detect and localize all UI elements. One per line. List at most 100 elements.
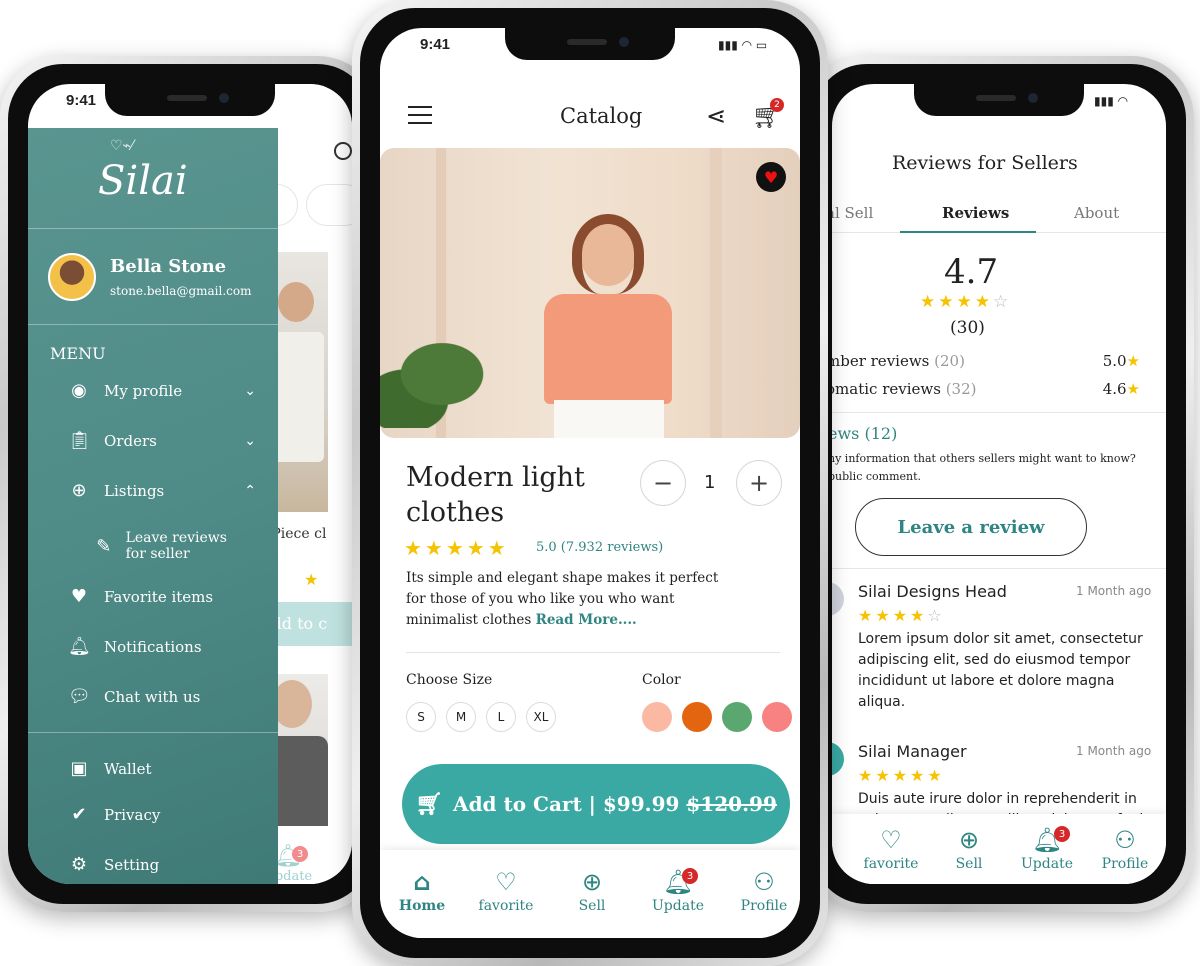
breakdown-count: (20) — [934, 352, 965, 370]
tab-home[interactable]: ⌂ Home — [382, 868, 462, 914]
overall-rating: 4.7 — [944, 252, 999, 292]
hamburger-menu-icon[interactable] — [408, 106, 432, 124]
product-image[interactable]: ♥ — [380, 148, 800, 438]
bottom-tab-bar: ♡ favorite ⊕ Sell 🔔︎ Update 3 ⚇ Profile — [832, 814, 1166, 884]
product-rating-text[interactable]: 5.0 (7.932 reviews) — [536, 540, 663, 555]
tab-label: Update — [652, 898, 704, 914]
bell-icon: 🔔︎ — [1031, 826, 1063, 854]
notch — [505, 28, 675, 60]
phone-right: ▮▮▮ ◠ Reviews for Sellers al Sell Review… — [804, 56, 1194, 912]
tab-sell[interactable]: ⊕ Sell — [934, 826, 1004, 872]
size-option-l[interactable]: L — [486, 702, 516, 732]
leave-review-button[interactable]: Leave a review — [855, 498, 1087, 556]
menu-item-listings[interactable]: ⊕ Listings ⌃ — [68, 480, 268, 501]
gear-icon: ⚙ — [70, 854, 88, 875]
menu-item-chat[interactable]: 💬︎ Chat with us — [68, 686, 268, 707]
increase-quantity-button[interactable]: + — [736, 460, 782, 506]
review-text: Lorem ipsum dolor sit amet, consectetur … — [858, 631, 1143, 710]
read-more-link[interactable]: Read More.... — [536, 612, 637, 628]
menu-item-wallet[interactable]: ▣ Wallet — [68, 758, 268, 779]
bottom-tab-bar: ⌂ Home ♡ favorite ⊕ Sell 🔔︎ Update 3 ⚇ Profil… — [380, 850, 800, 938]
divider — [832, 412, 1166, 413]
menu-item-label: Favorite items — [104, 587, 214, 606]
menu-item-label: My profile — [104, 381, 183, 400]
tab-update[interactable]: 🔔︎ Update 3 — [638, 868, 718, 914]
chevron-down-icon[interactable]: ⌄ — [244, 383, 256, 399]
silai-logo: ♡⌁⁄ — [110, 138, 134, 154]
share-icon[interactable]: ⋖ — [706, 102, 726, 130]
user-name: Bella Stone — [110, 256, 227, 277]
reviews-screen: ▮▮▮ ◠ Reviews for Sellers al Sell Review… — [832, 84, 1166, 884]
notch — [914, 84, 1084, 116]
plant-leaves — [380, 338, 490, 428]
tab-total-sell[interactable]: al Sell — [832, 204, 873, 222]
catalog-screen: 9:41 ▮▮▮ ◠ ▭ Catalog ⋖ 🛒︎ 2 ♥ Modern lig… — [380, 28, 800, 938]
menu-item-label: Listings — [104, 481, 165, 500]
tab-sell[interactable]: ⊕ Sell — [552, 868, 632, 914]
search-icon[interactable] — [334, 142, 352, 160]
chevron-down-icon[interactable]: ⌄ — [244, 433, 256, 449]
avatar[interactable] — [832, 582, 844, 616]
filter-chip[interactable] — [306, 184, 352, 226]
tab-update[interactable]: 🔔︎ Update 3 — [1012, 826, 1082, 872]
product-description: Its simple and elegant shape makes it pe… — [406, 568, 736, 631]
menu-item-label: Chat with us — [104, 687, 201, 706]
menu-item-leave-reviews[interactable]: ✎ Leave reviews for seller — [96, 530, 246, 562]
color-options — [642, 702, 792, 732]
menu-item-setting[interactable]: ⚙ Setting — [68, 854, 268, 875]
tab-label: Profile — [1101, 856, 1149, 872]
menu-item-favorite-items[interactable]: ♥ Favorite items — [68, 586, 268, 607]
review-stars: ★★★★★ — [858, 766, 945, 785]
size-option-xl[interactable]: XL — [526, 702, 556, 732]
color-option-peach[interactable] — [642, 702, 672, 732]
review-prompt: public comment. — [832, 470, 922, 483]
menu-item-label: Wallet — [104, 759, 152, 778]
status-time: 9:41 — [66, 92, 97, 109]
clipboard-icon: 📋︎ — [68, 430, 91, 451]
size-option-s[interactable]: S — [406, 702, 436, 732]
menu-item-privacy[interactable]: ✔ Privacy — [68, 804, 268, 825]
bell-icon: 🔔︎ — [68, 636, 91, 657]
color-option-pink[interactable] — [762, 702, 792, 732]
chevron-up-icon[interactable]: ⌃ — [244, 483, 256, 499]
breakdown-label: mber reviews — [832, 352, 935, 370]
tab-favorite[interactable]: ♡ favorite — [856, 826, 926, 872]
product-rating-stars: ★★★★★ — [404, 536, 509, 560]
tab-profile[interactable]: ⚇ Profile — [1090, 826, 1160, 872]
size-label: Choose Size — [406, 672, 493, 688]
tab-about[interactable]: About — [1074, 204, 1119, 222]
avatar[interactable] — [48, 253, 96, 301]
menu-item-label: Leave reviews for seller — [125, 530, 227, 562]
heart-icon: ♥ — [70, 586, 88, 607]
favorite-heart-icon[interactable]: ♥ — [756, 162, 786, 192]
review-time: 1 Month ago — [1076, 744, 1152, 758]
color-option-orange[interactable] — [682, 702, 712, 732]
page-title: Catalog — [560, 104, 643, 128]
home-icon: ⌂ — [413, 868, 431, 896]
menu-item-orders[interactable]: 📋︎ Orders ⌄ — [68, 430, 268, 451]
tab-profile[interactable]: ⚇ Profile — [724, 868, 800, 914]
tab-favorite[interactable]: ♡ favorite — [466, 868, 546, 914]
brand-logo: Silai — [98, 158, 188, 204]
decrease-quantity-button[interactable]: − — [640, 460, 686, 506]
chat-bubble-icon: 💬︎ — [68, 686, 91, 707]
phone-bezel: 9:41 ts 2 Piece cl ern ★ Add to c — [8, 64, 372, 904]
menu-item-notifications[interactable]: 🔔︎ Notifications — [68, 636, 268, 657]
tab-reviews[interactable]: Reviews — [942, 204, 1009, 222]
menu-item-label: Setting — [104, 855, 160, 874]
update-badge: 3 — [292, 846, 308, 862]
reviews-heading: ews (12) — [832, 424, 898, 443]
menu-item-my-profile[interactable]: ◉ My profile ⌄ — [68, 380, 268, 401]
tab-label: favorite — [863, 856, 919, 872]
add-to-cart-button[interactable]: 🛒︎ Add to Cart | $99.99 $120.99 — [402, 764, 790, 844]
size-option-m[interactable]: M — [446, 702, 476, 732]
bell-icon: 🔔︎ — [662, 868, 694, 896]
star-icon: ★ — [304, 570, 319, 589]
color-option-green[interactable] — [722, 702, 752, 732]
tab-label: Update — [1021, 856, 1073, 872]
notch — [105, 84, 275, 116]
tab-label: Profile — [740, 898, 788, 914]
avatar[interactable] — [832, 742, 844, 776]
menu-item-label: Orders — [104, 431, 157, 450]
breakdown-value: 5.0 — [1102, 352, 1127, 370]
